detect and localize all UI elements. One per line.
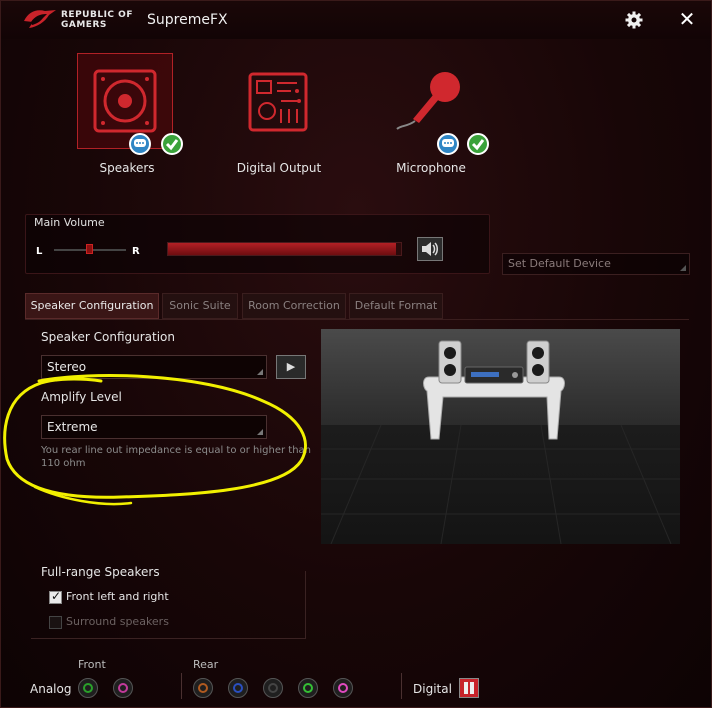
amplify-level-label: Amplify Level xyxy=(41,390,122,404)
set-default-label: Set Default Device xyxy=(508,257,611,270)
impedance-note: You rear line out impedance is equal to … xyxy=(41,445,312,469)
main-volume-panel: Main Volume L R xyxy=(25,214,490,274)
rear-orange-jack[interactable] xyxy=(193,678,213,698)
device-speakers-box xyxy=(77,53,173,149)
microphone-icon xyxy=(396,72,460,130)
brand-line-2: GAMERS xyxy=(61,20,107,30)
dropdown-corner-icon xyxy=(257,429,263,435)
chat-icon xyxy=(129,133,151,155)
tab-sonic-suite[interactable]: Sonic Suite xyxy=(162,293,238,319)
front-left-right-checkbox[interactable] xyxy=(49,589,62,604)
port-icon xyxy=(464,682,468,694)
digital-divider xyxy=(401,673,402,699)
tab-divider xyxy=(25,319,689,320)
tab-default-format[interactable]: Default Format xyxy=(349,293,443,319)
speaker-configuration-dropdown[interactable]: Stereo xyxy=(41,355,267,379)
amplify-level-value: Extreme xyxy=(47,420,98,434)
device-digital-output-box xyxy=(229,53,325,149)
close-icon[interactable]: ✕ xyxy=(678,9,696,29)
speaker-configuration-value: Stereo xyxy=(47,360,87,374)
device-speakers[interactable]: Speakers xyxy=(77,53,183,183)
main-volume-fill xyxy=(168,243,397,255)
digital-output-port[interactable] xyxy=(459,678,479,698)
device-label: Microphone xyxy=(396,161,466,175)
play-test-button[interactable]: ▶ xyxy=(276,355,306,379)
full-range-speakers-panel: Full-range Speakers Front left and right… xyxy=(31,565,306,639)
tab-speaker-configuration[interactable]: Speaker Configuration xyxy=(25,293,159,319)
device-microphone[interactable]: Microphone xyxy=(381,53,489,183)
front-left-right-label: Front left and right xyxy=(66,590,169,603)
volume-icon xyxy=(422,242,438,256)
speaker-mute-button[interactable] xyxy=(417,237,443,261)
surround-speakers-checkbox xyxy=(49,616,62,629)
amplify-level-dropdown[interactable]: Extreme xyxy=(41,415,267,439)
speaker-icon xyxy=(93,69,157,133)
device-label: Speakers xyxy=(99,161,155,175)
check-icon xyxy=(161,133,183,155)
speaker-preview-scene xyxy=(321,329,680,544)
device-digital-output[interactable]: Digital Output xyxy=(229,53,329,183)
brand-text: REPUBLIC OF GAMERS xyxy=(61,10,133,30)
dropdown-corner-icon xyxy=(257,369,263,375)
set-default-device-button[interactable]: Set Default Device xyxy=(502,253,690,275)
rear-pink-jack[interactable] xyxy=(333,678,353,698)
brand-line-1: REPUBLIC OF xyxy=(61,10,133,20)
rear-black-jack[interactable] xyxy=(263,678,283,698)
main-volume-slider[interactable] xyxy=(167,242,402,256)
tab-room-correction[interactable]: Room Correction xyxy=(242,293,346,319)
corner-icon xyxy=(680,265,686,271)
jack-divider xyxy=(181,673,182,699)
surround-speakers-label: Surround speakers xyxy=(66,615,169,628)
analog-label: Analog xyxy=(30,682,72,696)
full-range-speakers-label: Full-range Speakers xyxy=(41,565,160,579)
digital-label: Digital xyxy=(413,682,452,696)
balance-left-label: L xyxy=(36,246,43,257)
gear-icon[interactable] xyxy=(625,11,643,29)
digital-output-icon xyxy=(248,72,308,132)
front-pink-jack[interactable] xyxy=(113,678,133,698)
balance-right-label: R xyxy=(132,246,140,257)
rear-blue-jack[interactable] xyxy=(228,678,248,698)
check-icon xyxy=(467,133,489,155)
device-label: Digital Output xyxy=(236,161,322,175)
play-icon: ▶ xyxy=(286,360,296,373)
speaker-configuration-label: Speaker Configuration xyxy=(41,330,176,344)
rear-jacks-label: Rear xyxy=(193,658,219,671)
front-green-jack[interactable] xyxy=(78,678,98,698)
title-bar: REPUBLIC OF GAMERS SupremeFX ✕ xyxy=(1,1,711,39)
main-volume-label: Main Volume xyxy=(34,216,105,229)
rear-green-jack[interactable] xyxy=(298,678,318,698)
supremefx-window: REPUBLIC OF GAMERS SupremeFX ✕ Speakers … xyxy=(0,0,712,708)
balance-slider-thumb[interactable] xyxy=(86,244,93,254)
rog-logo-icon xyxy=(24,10,56,28)
device-microphone-box xyxy=(381,53,477,149)
app-title: SupremeFX xyxy=(147,12,228,28)
front-jacks-label: Front xyxy=(78,658,106,671)
port-icon xyxy=(470,682,474,694)
chat-icon xyxy=(437,133,459,155)
